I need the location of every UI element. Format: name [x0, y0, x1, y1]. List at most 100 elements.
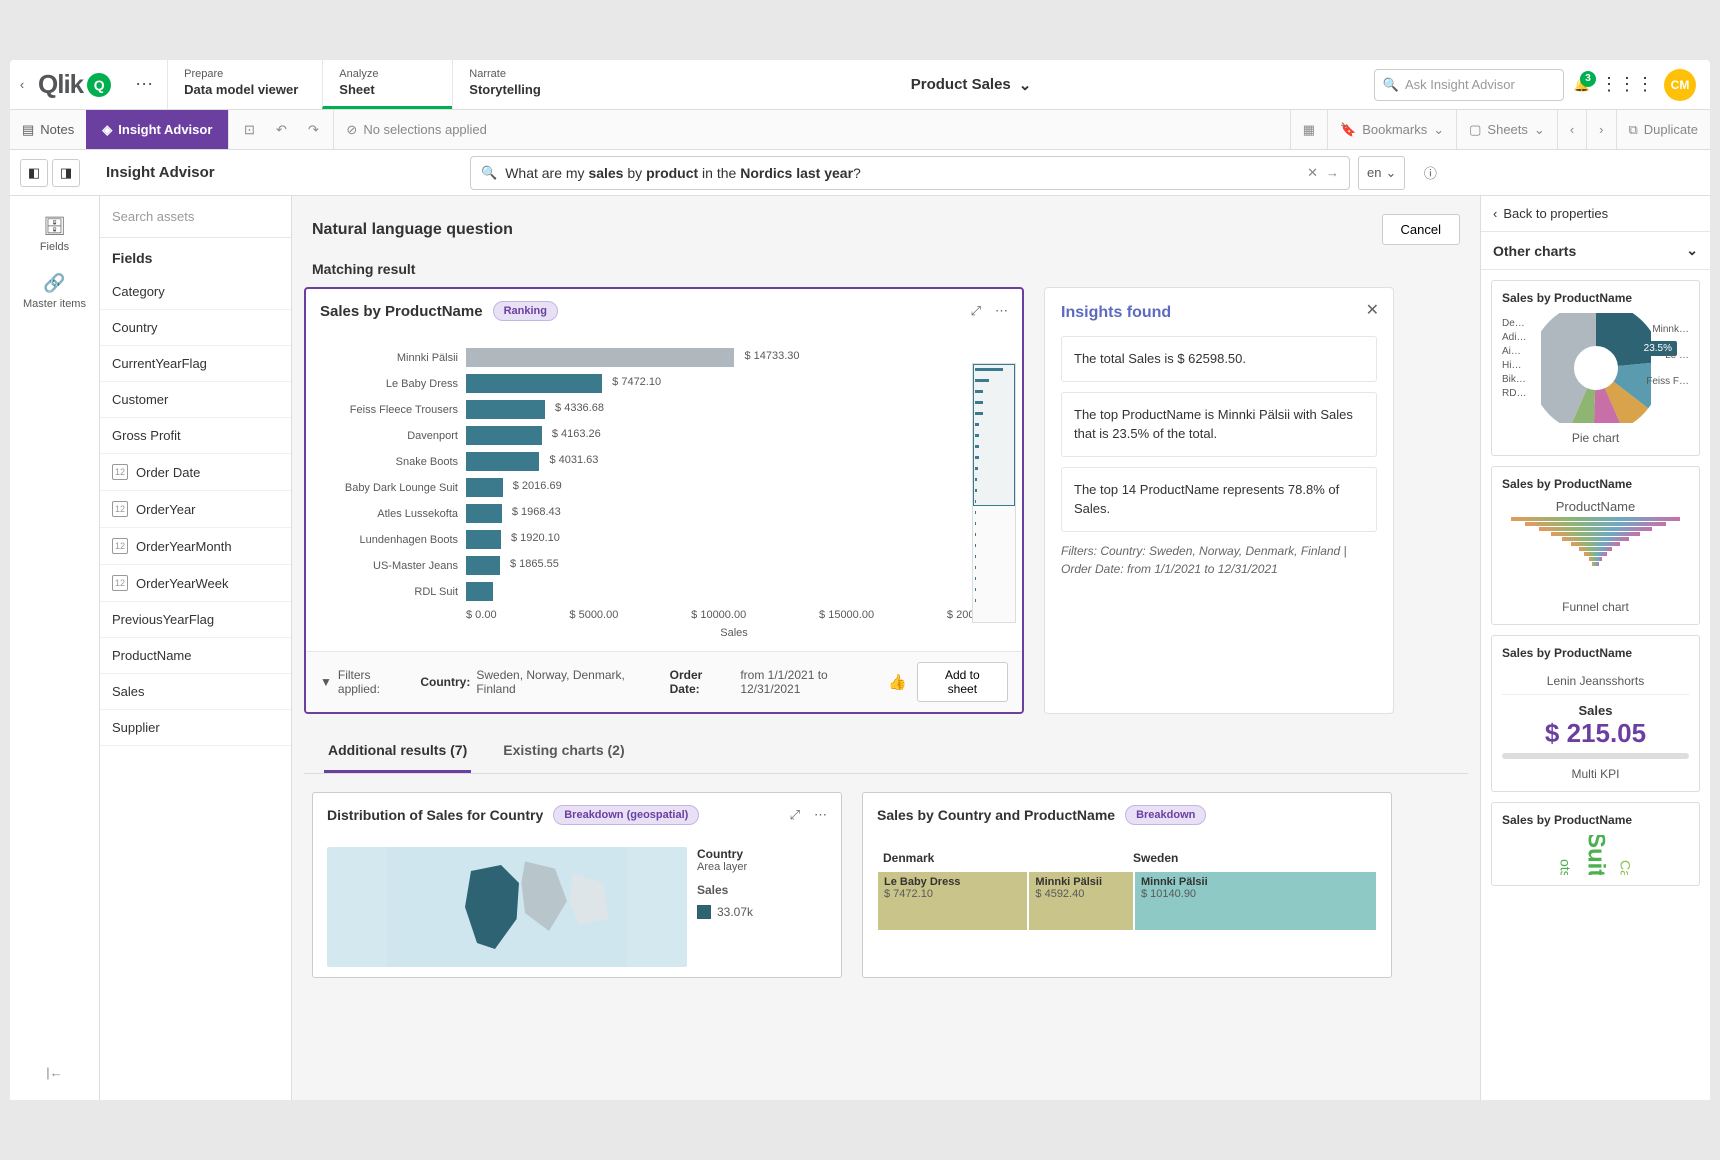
clear-query-button[interactable]: ✕	[1307, 165, 1318, 181]
cancel-button[interactable]: Cancel	[1382, 214, 1460, 245]
app-launcher-icon[interactable]: ⋮⋮⋮	[1600, 74, 1654, 95]
card-title: Distribution of Sales for Country	[327, 807, 543, 823]
tab-additional-results[interactable]: Additional results (7)	[324, 734, 471, 773]
other-chart-funnel[interactable]: Sales by ProductName ProductName	[1491, 466, 1700, 625]
rail-master-items[interactable]: 🔗 Master items	[10, 263, 99, 320]
chart-bar[interactable]: Feiss Fleece Trousers$ 4336.68	[326, 398, 1002, 421]
content-area: Natural language question Cancel Matchin…	[292, 196, 1480, 1100]
insight-icon: ◈	[102, 122, 112, 138]
database-icon: 🗄	[10, 216, 99, 237]
nav-tab-analyze[interactable]: Analyze Sheet	[322, 60, 452, 109]
chart-bar[interactable]: Minnki Pälsii$ 14733.30	[326, 346, 1002, 369]
chart-bar[interactable]: Snake Boots$ 4031.63	[326, 450, 1002, 473]
smart-search-button[interactable]: ⊡	[235, 116, 263, 144]
insight-advisor-button[interactable]: ◈ Insight Advisor	[86, 110, 228, 149]
app-menu-button[interactable]: ⋯	[121, 60, 167, 109]
chart-bar[interactable]: Davenport$ 4163.26	[326, 424, 1002, 447]
right-panel: ‹ Back to properties Other charts ⌄ Sale…	[1480, 196, 1710, 1100]
submit-query-button[interactable]: →	[1326, 165, 1339, 180]
funnel-icon	[1502, 517, 1689, 597]
info-button[interactable]: ⓘ	[1413, 156, 1447, 190]
show-panel-button[interactable]: ◧	[20, 159, 48, 187]
step-forward-button[interactable]: ↷	[299, 116, 327, 144]
app-title-dropdown[interactable]: Product Sales ⌄	[911, 76, 1032, 94]
duplicate-icon: ⧉	[1629, 122, 1638, 138]
results-tabs: Additional results (7) Existing charts (…	[304, 714, 1468, 774]
other-chart-pie[interactable]: Sales by ProductName 23.5% De… Adi…	[1491, 280, 1700, 456]
field-item[interactable]: Gross Profit	[100, 418, 291, 454]
add-to-sheet-button[interactable]: Add to sheet	[917, 662, 1008, 702]
chart-bar[interactable]: Lundenhagen Boots$ 1920.10	[326, 528, 1002, 551]
field-item[interactable]: 12OrderYearWeek	[100, 565, 291, 602]
user-avatar[interactable]: CM	[1664, 69, 1696, 101]
ask-insight-input[interactable]: 🔍 Ask Insight Advisor	[1374, 69, 1564, 101]
field-item[interactable]: 12OrderYear	[100, 491, 291, 528]
other-charts-heading[interactable]: Other charts ⌄	[1481, 232, 1710, 270]
field-item[interactable]: Supplier	[100, 710, 291, 746]
chart-bar[interactable]: US-Master Jeans$ 1865.55	[326, 554, 1002, 577]
collapse-rail-button[interactable]: |←	[46, 1065, 62, 1080]
treemap-visual[interactable]: Denmark Sweden Le Baby Dress $ 7472.10 M…	[863, 837, 1391, 939]
insight-item: The top 14 ProductName represents 78.8% …	[1061, 467, 1377, 532]
chevron-left-icon: ‹	[1493, 206, 1497, 221]
chart-bar[interactable]: Le Baby Dress$ 7472.10	[326, 372, 1002, 395]
field-item[interactable]: Sales	[100, 674, 291, 710]
step-back-button[interactable]: ↶	[267, 116, 295, 144]
fullscreen-button[interactable]: ⤢	[971, 303, 981, 319]
bar-chart-visual[interactable]: ProductName Minnki Pälsii$ 14733.30Le Ba…	[306, 333, 1022, 651]
back-to-properties-link[interactable]: ‹ Back to properties	[1481, 196, 1710, 232]
chart-minimap[interactable]	[972, 363, 1016, 623]
bookmark-icon: 🔖	[1340, 122, 1356, 138]
field-item[interactable]: CurrentYearFlag	[100, 346, 291, 382]
nav-label: Data model viewer	[184, 82, 298, 97]
field-item[interactable]: ProductName	[100, 638, 291, 674]
nav-back-button[interactable]: ‹	[10, 60, 34, 109]
card-badge: Breakdown	[1125, 805, 1206, 825]
content-heading: Natural language question	[312, 221, 513, 239]
chart-bar[interactable]: Atles Lussekofta$ 1968.43	[326, 502, 1002, 525]
nlq-search-input[interactable]: 🔍 What are my sales by product in the No…	[470, 156, 1350, 190]
rail-fields[interactable]: 🗄 Fields	[10, 206, 99, 263]
map-visual[interactable]	[327, 847, 687, 967]
fullscreen-button[interactable]: ⤢	[790, 807, 800, 823]
nav-tab-narrate[interactable]: Narrate Storytelling	[452, 60, 582, 109]
chart-bar[interactable]: RDL Suit	[326, 580, 1002, 603]
like-button[interactable]: 👍	[888, 673, 907, 691]
field-item[interactable]: 12Order Date	[100, 454, 291, 491]
field-item[interactable]: PreviousYearFlag	[100, 602, 291, 638]
left-rail: 🗄 Fields 🔗 Master items |←	[10, 196, 100, 1100]
chart-bar[interactable]: Baby Dark Lounge Suit$ 2016.69	[326, 476, 1002, 499]
result-card-treemap: Sales by Country and ProductName Breakdo…	[862, 792, 1392, 978]
calendar-icon: 12	[112, 501, 128, 517]
field-item[interactable]: Country	[100, 310, 291, 346]
tab-existing-charts[interactable]: Existing charts (2)	[499, 734, 628, 773]
search-icon: 🔍	[481, 165, 497, 181]
close-insights-button[interactable]: ✕	[1366, 300, 1379, 320]
notifications-button[interactable]: 🔔 3	[1574, 77, 1590, 93]
ask-placeholder: Ask Insight Advisor	[1405, 77, 1515, 92]
filters-applied: ▼ Filters applied: Country: Sweden, Norw…	[320, 668, 888, 696]
field-item[interactable]: Category	[100, 274, 291, 310]
notes-button[interactable]: ▤ Notes	[10, 110, 86, 149]
search-assets-input[interactable]: Search assets	[100, 196, 291, 238]
hide-panel-button[interactable]: ◨	[52, 159, 80, 187]
other-chart-kpi[interactable]: Sales by ProductName Lenin Jeansshorts S…	[1491, 635, 1700, 792]
next-sheet-button[interactable]: ›	[1586, 110, 1615, 149]
chart-menu-button[interactable]: ⋯	[814, 807, 827, 823]
prev-sheet-button[interactable]: ‹	[1557, 110, 1586, 149]
link-icon: 🔗	[10, 273, 99, 294]
chart-title: Sales by ProductName	[320, 303, 483, 320]
duplicate-button[interactable]: ⧉ Duplicate	[1616, 110, 1711, 149]
chart-menu-button[interactable]: ⋯	[995, 303, 1008, 319]
other-chart-wordcloud[interactable]: Sales by ProductName ots Suit Ca	[1491, 802, 1700, 886]
notif-badge: 3	[1580, 71, 1596, 87]
sheets-button[interactable]: ▢ Sheets ⌄	[1456, 110, 1557, 149]
field-item[interactable]: Customer	[100, 382, 291, 418]
selections-tool-button[interactable]: ▦	[1290, 110, 1327, 149]
nav-stage: Prepare	[184, 68, 298, 80]
bookmarks-button[interactable]: 🔖 Bookmarks ⌄	[1327, 110, 1456, 149]
qlik-logo[interactable]: Qlik Q	[34, 60, 121, 109]
nav-tab-prepare[interactable]: Prepare Data model viewer	[167, 60, 322, 109]
language-selector[interactable]: en ⌄	[1358, 156, 1405, 190]
field-item[interactable]: 12OrderYearMonth	[100, 528, 291, 565]
